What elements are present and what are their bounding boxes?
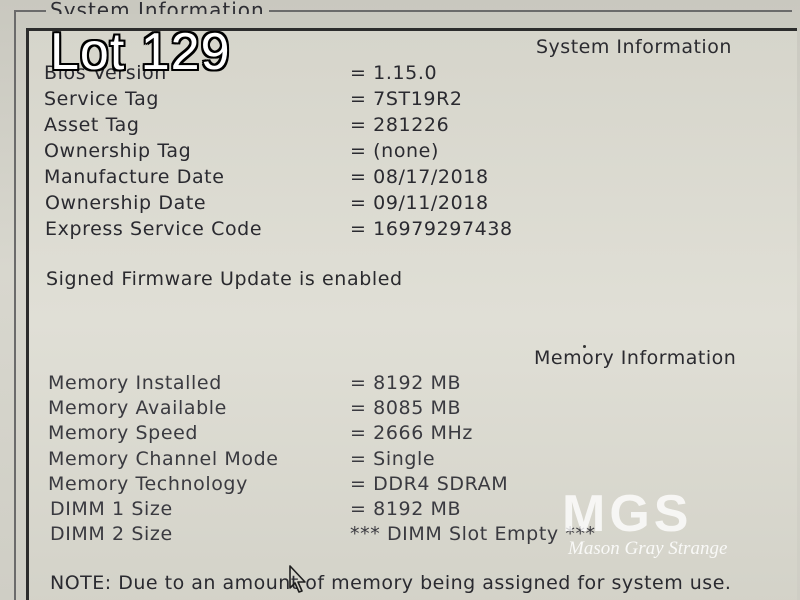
field-label: Express Service Code — [45, 218, 263, 240]
mgs-watermark-logo: MGS — [562, 485, 693, 543]
field-value: = 8192 MB — [350, 498, 462, 520]
field-label: Memory Installed — [48, 372, 222, 394]
field-value: = 08/17/2018 — [350, 166, 489, 188]
system-information-heading: System Information — [536, 36, 732, 58]
field-value: = 2666 MHz — [350, 422, 474, 444]
field-label: Asset Tag — [44, 114, 140, 136]
field-label: Manufacture Date — [44, 166, 225, 188]
field-value: = 281226 — [350, 114, 450, 136]
field-value: = 8085 MB — [350, 397, 462, 419]
mgs-watermark-text: Mason Gray Strange — [568, 538, 728, 559]
field-label: Service Tag — [44, 88, 160, 110]
field-value: = (none) — [350, 140, 439, 162]
field-label: Memory Available — [48, 397, 227, 419]
field-label: Memory Technology — [48, 473, 248, 495]
field-value: = 09/11/2018 — [350, 192, 489, 214]
field-label: DIMM 1 Size — [50, 498, 173, 520]
field-label: DIMM 2 Size — [50, 523, 173, 545]
bios-screen: System Information System Information Bi… — [0, 0, 800, 600]
field-value: = DDR4 SDRAM — [350, 473, 509, 495]
firmware-update-status: Signed Firmware Update is enabled — [46, 268, 403, 290]
field-value: = 7ST19R2 — [350, 88, 463, 110]
field-label: Ownership Date — [45, 192, 207, 214]
memory-information-heading: Memory Information — [534, 347, 737, 369]
field-value: = 8192 MB — [350, 372, 462, 394]
field-label: Memory Speed — [48, 422, 199, 444]
mouse-pointer-icon — [288, 564, 310, 596]
lot-number-overlay: Lot 129 — [50, 23, 231, 81]
group-title: System Information — [46, 0, 269, 14]
field-value: = Single — [350, 448, 436, 470]
field-value: = 16979297438 — [350, 218, 513, 240]
field-label: Ownership Tag — [44, 140, 192, 162]
memory-note: NOTE: Due to an amount of memory being a… — [50, 572, 732, 594]
field-label: Memory Channel Mode — [48, 448, 279, 470]
field-value: = 1.15.0 — [350, 62, 438, 84]
field-value: *** DIMM Slot Empty *** — [350, 523, 596, 545]
